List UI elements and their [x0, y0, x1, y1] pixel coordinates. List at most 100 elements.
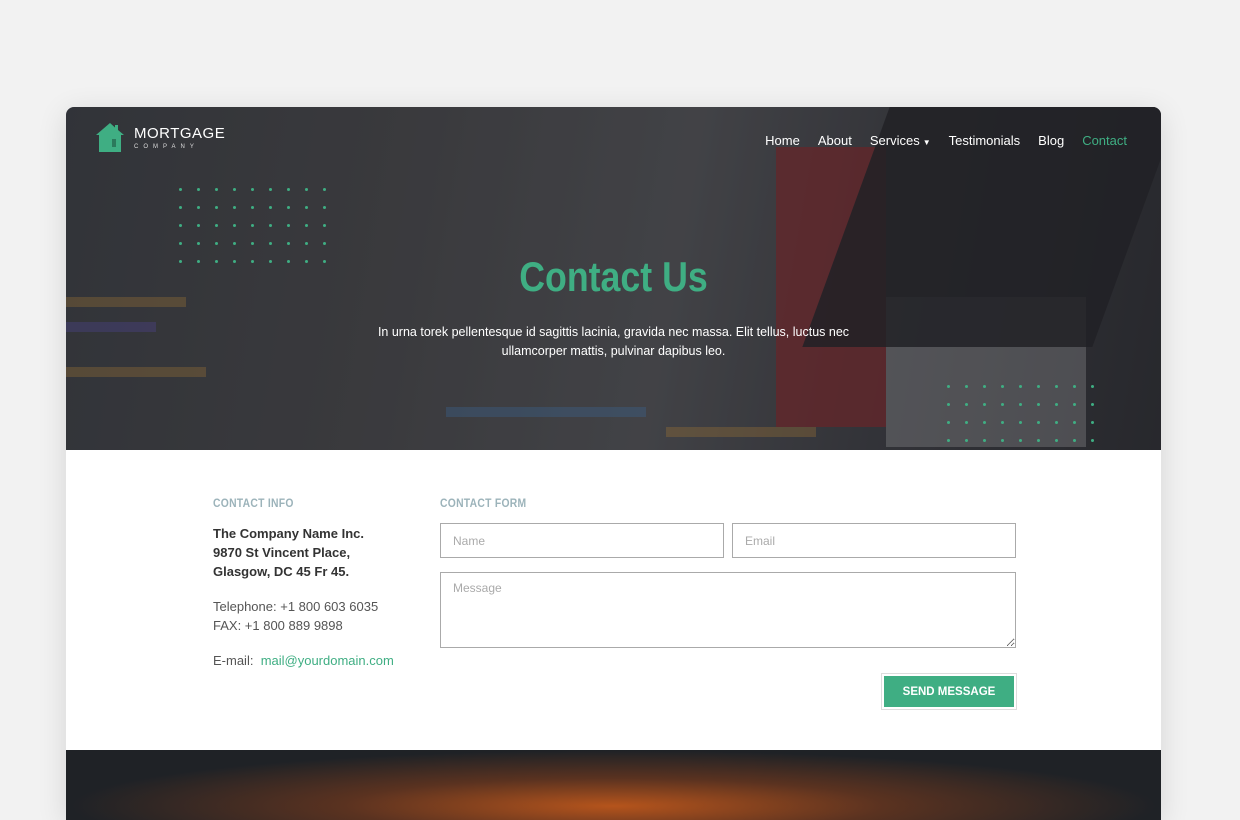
nav-testimonials[interactable]: Testimonials	[949, 133, 1021, 148]
nav-home[interactable]: Home	[765, 133, 800, 148]
dot	[965, 439, 968, 442]
dot	[947, 385, 950, 388]
dot	[1019, 421, 1022, 424]
dot	[287, 206, 290, 209]
dot	[269, 188, 272, 191]
contact-form-heading: CONTACT FORM	[440, 498, 527, 510]
dot	[251, 242, 254, 245]
dot	[251, 188, 254, 191]
page-title: Contact Us	[519, 253, 708, 300]
email-input[interactable]	[732, 523, 1016, 558]
dot	[287, 224, 290, 227]
dot	[1091, 403, 1094, 406]
dot	[323, 242, 326, 245]
dot	[1001, 439, 1004, 442]
dot	[1001, 403, 1004, 406]
email-link[interactable]: mail@yourdomain.com	[261, 653, 394, 668]
dot	[1037, 421, 1040, 424]
dot	[287, 188, 290, 191]
dot	[197, 224, 200, 227]
dot	[1055, 439, 1058, 442]
dot	[1037, 439, 1040, 442]
telephone: Telephone: +1 800 603 6035	[213, 599, 379, 614]
hero-banner: MORTGAGE COMPANY Home About Services ▼ Te…	[66, 107, 1161, 450]
dot	[251, 206, 254, 209]
nav-contact[interactable]: Contact	[1082, 133, 1127, 148]
dot	[269, 206, 272, 209]
message-textarea[interactable]	[440, 572, 1016, 648]
dot	[215, 188, 218, 191]
dot	[197, 242, 200, 245]
dot	[233, 224, 236, 227]
dot	[323, 224, 326, 227]
dot	[965, 403, 968, 406]
dot	[251, 224, 254, 227]
caret-down-icon: ▼	[922, 138, 931, 147]
dot	[1055, 421, 1058, 424]
dot	[1073, 385, 1076, 388]
browser-frame: MORTGAGE COMPANY Home About Services ▼ Te…	[66, 107, 1161, 820]
dot	[983, 403, 986, 406]
contact-section: CONTACT INFO The Company Name Inc. 9870 …	[66, 450, 1161, 750]
dot	[215, 224, 218, 227]
dot	[1091, 421, 1094, 424]
contact-info-heading: CONTACT INFO	[213, 498, 294, 510]
dot	[179, 224, 182, 227]
dot	[305, 206, 308, 209]
nav-about[interactable]: About	[818, 133, 852, 148]
footer-banner-image	[66, 750, 1161, 820]
dot	[323, 206, 326, 209]
dot	[269, 242, 272, 245]
dot	[1001, 385, 1004, 388]
dot	[983, 385, 986, 388]
hero-subtitle: In urna torek pellentesque id sagittis l…	[377, 325, 850, 358]
dot	[1073, 421, 1076, 424]
dot	[1019, 403, 1022, 406]
dot	[1037, 403, 1040, 406]
dot	[947, 439, 950, 442]
dot	[305, 242, 308, 245]
dot	[1091, 439, 1094, 442]
dot	[269, 224, 272, 227]
dot	[233, 206, 236, 209]
dot	[1001, 421, 1004, 424]
dot	[179, 242, 182, 245]
dot	[1055, 403, 1058, 406]
dot	[305, 188, 308, 191]
dot	[233, 242, 236, 245]
name-input[interactable]	[440, 523, 724, 558]
nav-services[interactable]: Services ▼	[870, 133, 931, 148]
dot	[1019, 385, 1022, 388]
dot	[287, 242, 290, 245]
house-logo-icon	[96, 123, 124, 152]
nav-blog[interactable]: Blog	[1038, 133, 1064, 148]
address: The Company Name Inc. 9870 St Vincent Pl…	[213, 526, 364, 579]
brand-name: MORTGAGE	[134, 124, 226, 142]
dot	[179, 206, 182, 209]
dot	[983, 421, 986, 424]
dot	[233, 188, 236, 191]
main-nav: Home About Services ▼ Testimonials Blog C…	[765, 133, 1127, 148]
fax: FAX: +1 800 889 9898	[213, 618, 343, 633]
dot	[1055, 385, 1058, 388]
contact-info: CONTACT INFO The Company Name Inc. 9870 …	[213, 498, 433, 668]
dot	[965, 421, 968, 424]
send-message-button[interactable]: SEND MESSAGE	[881, 673, 1017, 710]
dot	[197, 206, 200, 209]
dot	[983, 439, 986, 442]
dot	[305, 224, 308, 227]
logo[interactable]: MORTGAGE COMPANY	[94, 121, 225, 153]
dot	[197, 188, 200, 191]
email-label: E-mail:	[213, 653, 254, 668]
dot	[947, 421, 950, 424]
contact-form: CONTACT FORM SEND MESSAGE	[440, 498, 1017, 710]
dot	[215, 242, 218, 245]
dot	[1037, 385, 1040, 388]
dot	[947, 403, 950, 406]
dot	[179, 188, 182, 191]
dot	[1073, 403, 1076, 406]
dot	[323, 188, 326, 191]
dot	[965, 385, 968, 388]
brand-tagline: COMPANY	[134, 143, 199, 150]
dot	[215, 206, 218, 209]
